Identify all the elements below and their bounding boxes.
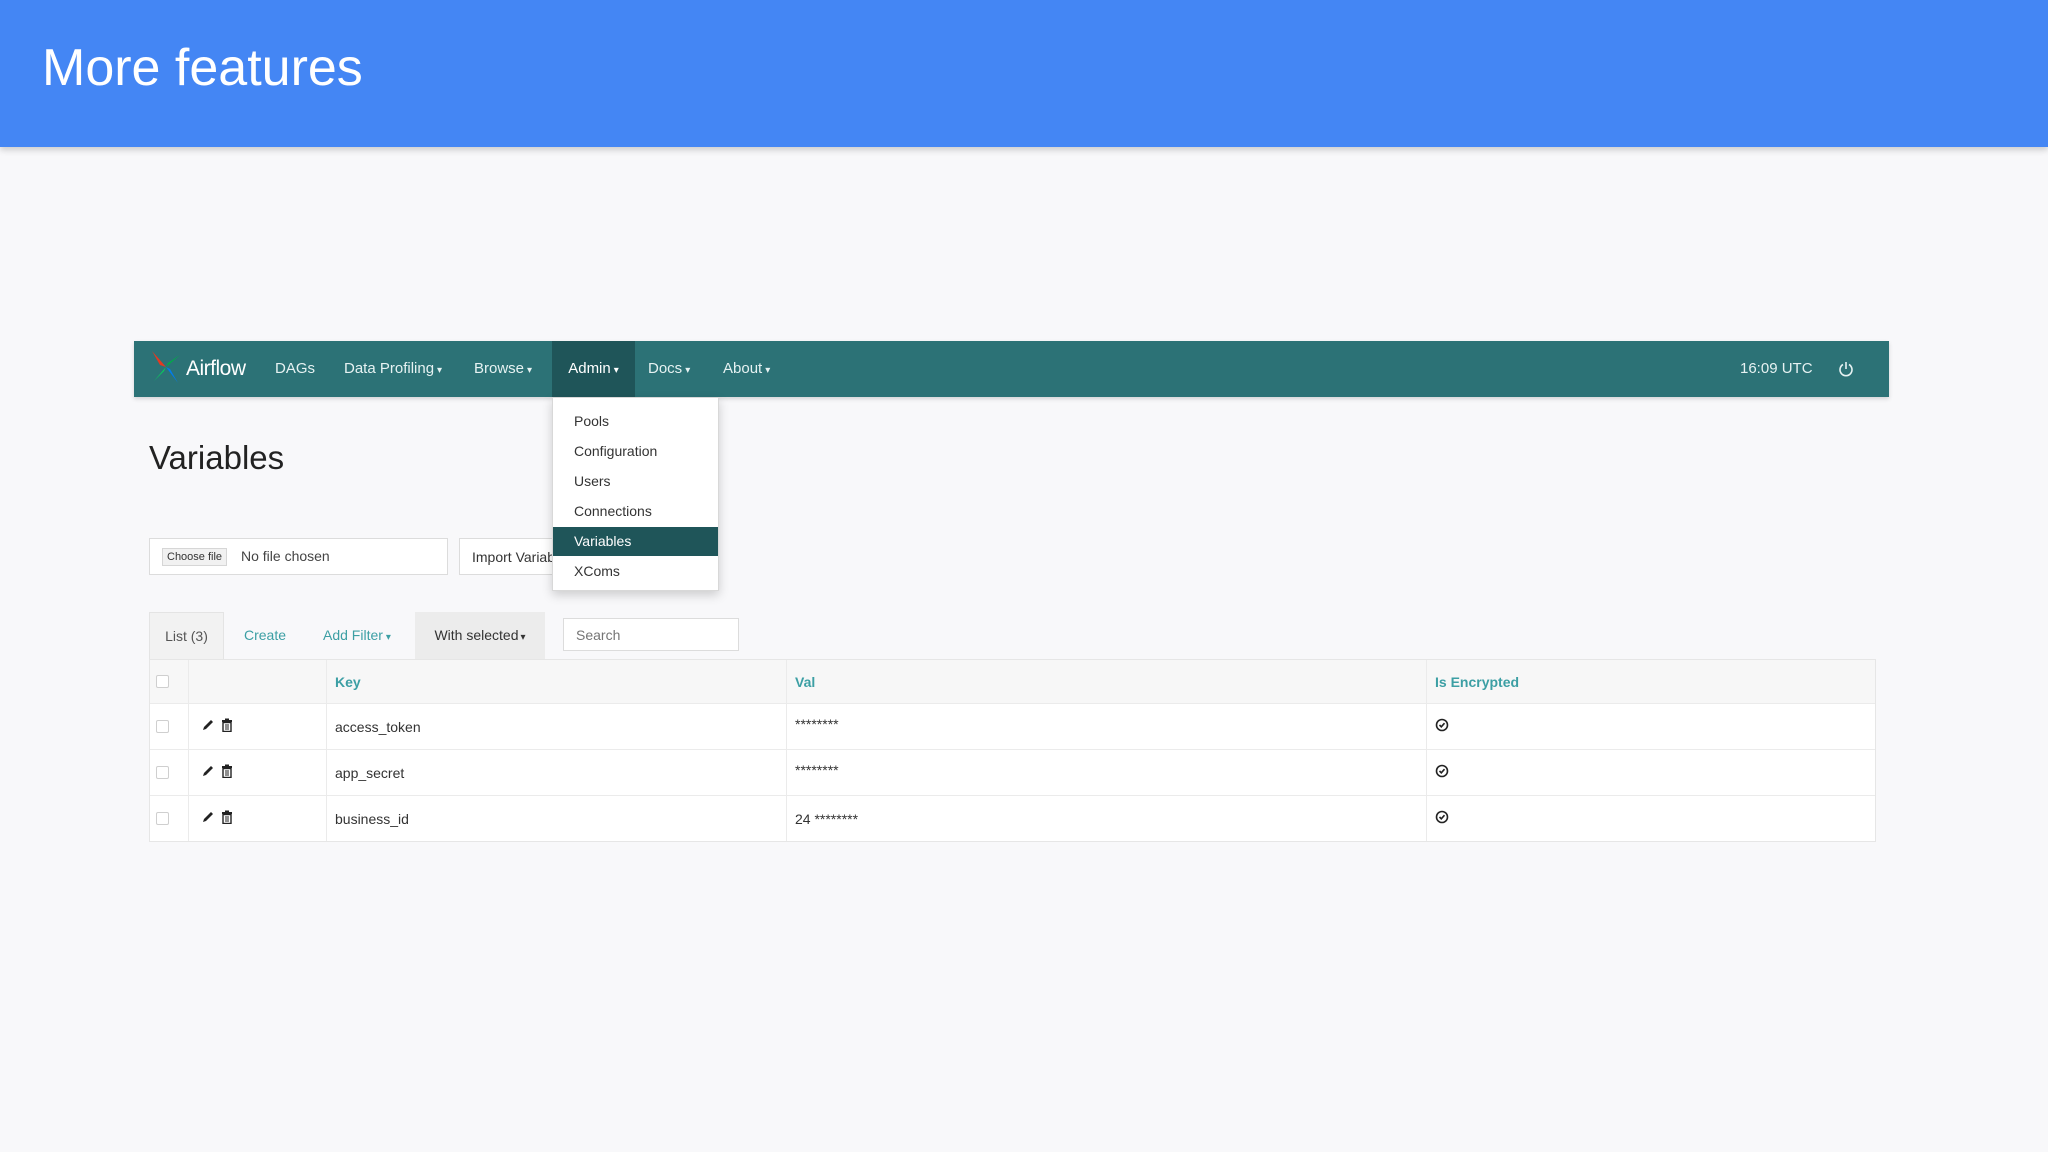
slide-header: More features	[0, 0, 2048, 147]
nav-data-profiling[interactable]: Data Profiling ▾	[344, 341, 442, 397]
nav-data-profiling-label: Data Profiling	[344, 360, 435, 377]
header-val[interactable]: Val	[786, 660, 1426, 703]
utc-clock: 16:09 UTC	[1740, 360, 1813, 377]
variables-table: Key Val Is Encrypted access_token ******…	[149, 659, 1876, 842]
add-filter-dropdown[interactable]: Add Filter ▾	[323, 612, 391, 659]
nav-admin[interactable]: Admin ▾	[552, 341, 635, 397]
menu-item-pools[interactable]: Pools	[553, 407, 718, 436]
select-all-cell	[156, 660, 180, 703]
cell-encrypted	[1426, 750, 1875, 795]
caret-down-icon: ▾	[765, 365, 771, 376]
import-variables-label: Import Variables	[472, 549, 560, 565]
cell-val: ********	[786, 704, 1426, 749]
table-row: app_secret ********	[150, 749, 1875, 795]
header-is-encrypted[interactable]: Is Encrypted	[1426, 660, 1875, 703]
nav-admin-label: Admin	[568, 360, 611, 377]
menu-item-configuration[interactable]: Configuration	[553, 437, 718, 466]
actions-header	[188, 660, 300, 703]
page-title: Variables	[149, 439, 285, 476]
row-select-cell	[156, 750, 180, 795]
cell-encrypted	[1426, 796, 1875, 841]
airflow-screenshot: Airflow DAGs Data Profiling ▾ Browse ▾ Adm…	[134, 341, 1889, 861]
add-filter-label: Add Filter	[323, 627, 383, 643]
file-input[interactable]: Choose file No file chosen	[149, 538, 448, 575]
row-checkbox[interactable]	[156, 766, 169, 779]
pencil-icon[interactable]	[201, 764, 215, 781]
airflow-pinwheel-icon	[150, 349, 182, 390]
caret-down-icon: ▾	[527, 365, 533, 376]
menu-item-variables[interactable]: Variables	[553, 527, 718, 556]
nav-dags-label: DAGs	[275, 360, 316, 377]
slide-title: More features	[42, 39, 363, 97]
cell-val: 24 ********	[786, 796, 1426, 841]
caret-down-icon: ▾	[385, 632, 391, 643]
menu-item-connections[interactable]: Connections	[553, 497, 718, 526]
trash-icon[interactable]	[221, 810, 233, 827]
cell-key: access_token	[326, 704, 786, 749]
tab-list[interactable]: List (3)	[149, 612, 224, 660]
cell-encrypted	[1426, 704, 1875, 749]
brand-name: Airflow	[186, 357, 246, 380]
nav-about-label: About	[723, 360, 763, 377]
nav-docs[interactable]: Docs ▾	[648, 341, 690, 397]
trash-icon[interactable]	[221, 718, 233, 735]
list-toolbar: List (3) Create Add Filter ▾ With selecte…	[149, 612, 1874, 660]
table-header-row: Key Val Is Encrypted	[150, 660, 1875, 703]
cell-key: app_secret	[326, 750, 786, 795]
nav-about[interactable]: About ▾	[723, 341, 770, 397]
menu-item-xcoms[interactable]: XComs	[553, 557, 718, 586]
cell-key: business_id	[326, 796, 786, 841]
check-circle-icon	[1435, 764, 1449, 781]
search-input[interactable]	[563, 618, 739, 651]
table-row: access_token ********	[150, 703, 1875, 749]
trash-icon[interactable]	[221, 764, 233, 781]
nav-browse-label: Browse	[474, 360, 525, 377]
brand[interactable]: Airflow	[150, 349, 246, 389]
caret-down-icon: ▾	[685, 365, 691, 376]
caret-down-icon: ▾	[520, 632, 526, 643]
row-actions	[188, 704, 300, 749]
row-checkbox[interactable]	[156, 812, 169, 825]
power-icon[interactable]	[1838, 341, 1854, 397]
header-key[interactable]: Key	[326, 660, 786, 703]
table-row: business_id 24 ********	[150, 795, 1875, 841]
file-status: No file chosen	[241, 548, 330, 564]
row-select-cell	[156, 796, 180, 841]
nav-dags[interactable]: DAGs	[275, 341, 315, 397]
tab-create[interactable]: Create	[244, 612, 286, 659]
with-selected-dropdown[interactable]: With selected ▾	[415, 612, 545, 659]
cell-val: ********	[786, 750, 1426, 795]
check-circle-icon	[1435, 810, 1449, 827]
row-select-cell	[156, 704, 180, 749]
row-checkbox[interactable]	[156, 720, 169, 733]
admin-dropdown-menu: Pools Configuration Users Connections Va…	[552, 397, 719, 591]
pencil-icon[interactable]	[201, 810, 215, 827]
choose-file-button[interactable]: Choose file	[162, 548, 228, 566]
nav-docs-label: Docs	[648, 360, 683, 377]
with-selected-label: With selected	[434, 627, 519, 643]
navbar: Airflow DAGs Data Profiling ▾ Browse ▾ Adm…	[134, 341, 1889, 397]
select-all-checkbox[interactable]	[156, 675, 169, 688]
import-variables-button[interactable]: Import Variables	[459, 538, 561, 575]
row-actions	[188, 750, 300, 795]
row-actions	[188, 796, 300, 841]
nav-browse[interactable]: Browse ▾	[474, 341, 532, 397]
menu-item-users[interactable]: Users	[553, 467, 718, 496]
pencil-icon[interactable]	[201, 718, 215, 735]
check-circle-icon	[1435, 718, 1449, 735]
caret-down-icon: ▾	[613, 365, 619, 376]
caret-down-icon: ▾	[437, 365, 443, 376]
